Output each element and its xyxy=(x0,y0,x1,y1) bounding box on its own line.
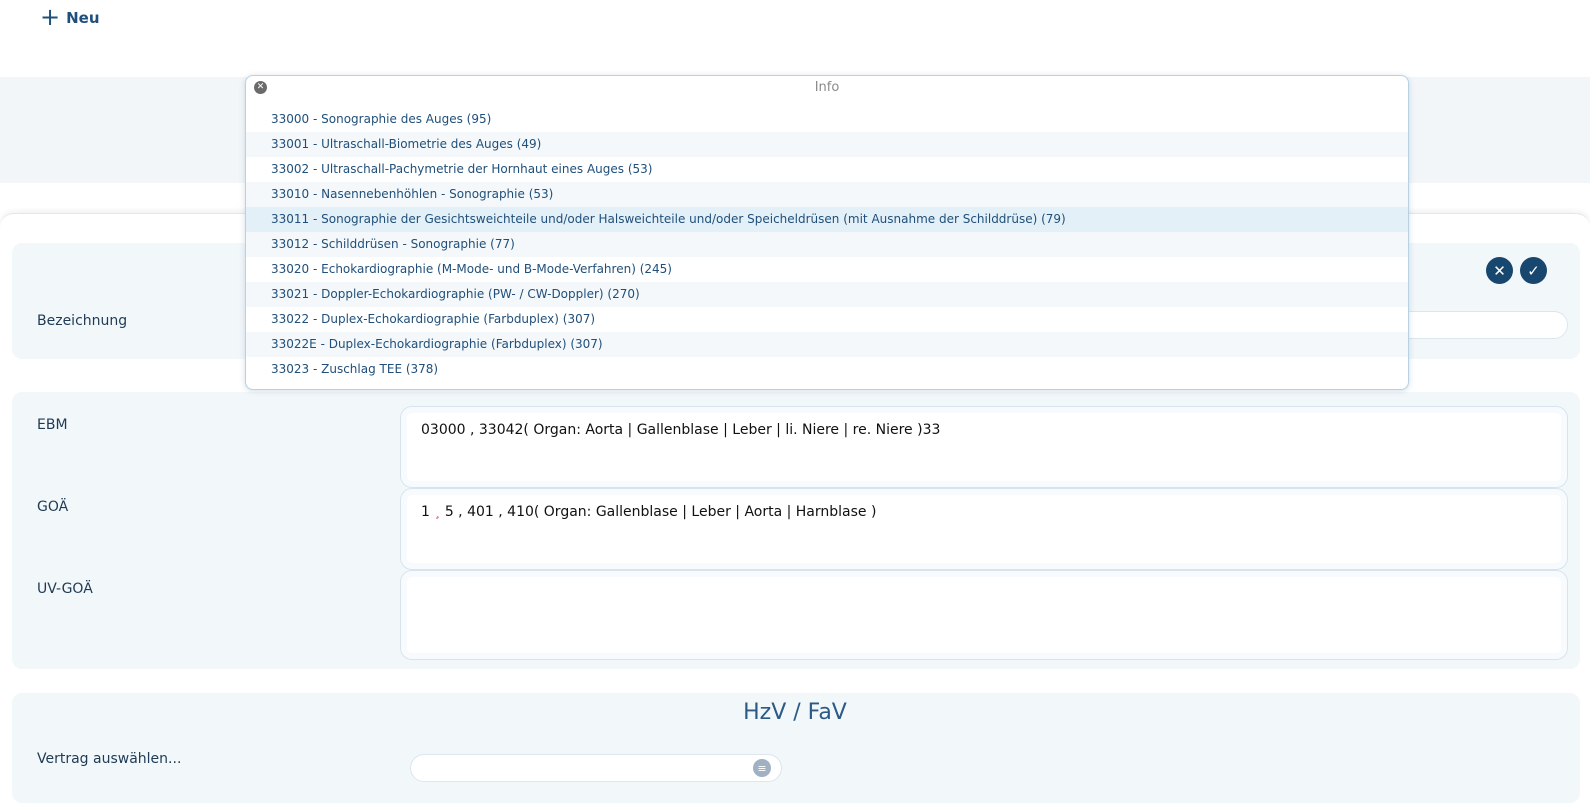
popup-list-item[interactable]: 33022 - Duplex-Echokardiographie (Farbdu… xyxy=(246,307,1408,332)
cancel-button[interactable]: ✕ xyxy=(1486,257,1513,284)
popup-list: 33000 - Sonographie des Auges (95) 33001 … xyxy=(246,107,1408,382)
popup-list-item[interactable]: 33011 - Sonographie der Gesichtsweichtei… xyxy=(246,207,1408,232)
ebm-label: EBM xyxy=(37,417,68,433)
popup-list-item[interactable]: 33023 - Zuschlag TEE (378) xyxy=(246,357,1408,382)
popup-list-item[interactable]: 33022E - Duplex-Echokardiographie (Farbd… xyxy=(246,332,1408,357)
info-popup: ✕ Info 33000 - Sonographie des Auges (95… xyxy=(245,75,1409,390)
popup-list-item[interactable]: 33021 - Doppler-Echokardiographie (PW- /… xyxy=(246,282,1408,307)
close-icon: ✕ xyxy=(1493,261,1506,280)
plus-icon: + xyxy=(40,3,61,31)
goa-textarea[interactable]: 1 ¸ 5 , 401 , 410( Organ: Gallenblase | … xyxy=(400,488,1568,570)
popup-list-item[interactable]: 33012 - Schilddrüsen - Sonographie (77) xyxy=(246,232,1408,257)
popup-list-item[interactable]: 33001 - Ultraschall-Biometrie des Auges … xyxy=(246,132,1408,157)
popup-list-item[interactable]: 33002 - Ultraschall-Pachymetrie der Horn… xyxy=(246,157,1408,182)
confirm-button[interactable]: ✓ xyxy=(1520,257,1547,284)
bezeichnung-label: Bezeichnung xyxy=(37,313,128,329)
popup-list-item[interactable]: 33020 - Echokardiographie (M-Mode- und B… xyxy=(246,257,1408,282)
goa-label: GOÄ xyxy=(37,499,69,515)
new-button-label: Neu xyxy=(66,9,100,27)
popup-title: Info xyxy=(814,80,840,95)
popup-list-item[interactable]: 33000 - Sonographie des Auges (95) xyxy=(246,107,1408,132)
list-menu-icon[interactable]: ≡ xyxy=(753,759,771,777)
hzv-title: HzV / FaV xyxy=(743,700,847,725)
uvgoa-label: UV-GOÄ xyxy=(37,581,93,597)
ebm-textarea[interactable]: 03000 , 33042( Organ: Aorta | Gallenblas… xyxy=(400,406,1568,488)
new-button[interactable]: + Neu xyxy=(40,3,100,31)
goa-value-part1: 1 xyxy=(421,504,430,520)
vertrag-label: Vertrag auswählen... xyxy=(37,751,182,767)
goa-value-separator: ¸ xyxy=(434,505,441,519)
popup-list-item[interactable]: 33010 - Nasennebenhöhlen - Sonographie (… xyxy=(246,182,1408,207)
goa-value-part2: 5 , 401 , 410( Organ: Gallenblase | Lebe… xyxy=(444,504,877,520)
uvgoa-textarea[interactable] xyxy=(400,570,1568,660)
ebm-value: 03000 , 33042( Organ: Aorta | Gallenblas… xyxy=(421,422,941,438)
vertrag-select[interactable]: ≡ xyxy=(410,754,782,782)
check-icon: ✓ xyxy=(1527,261,1540,280)
